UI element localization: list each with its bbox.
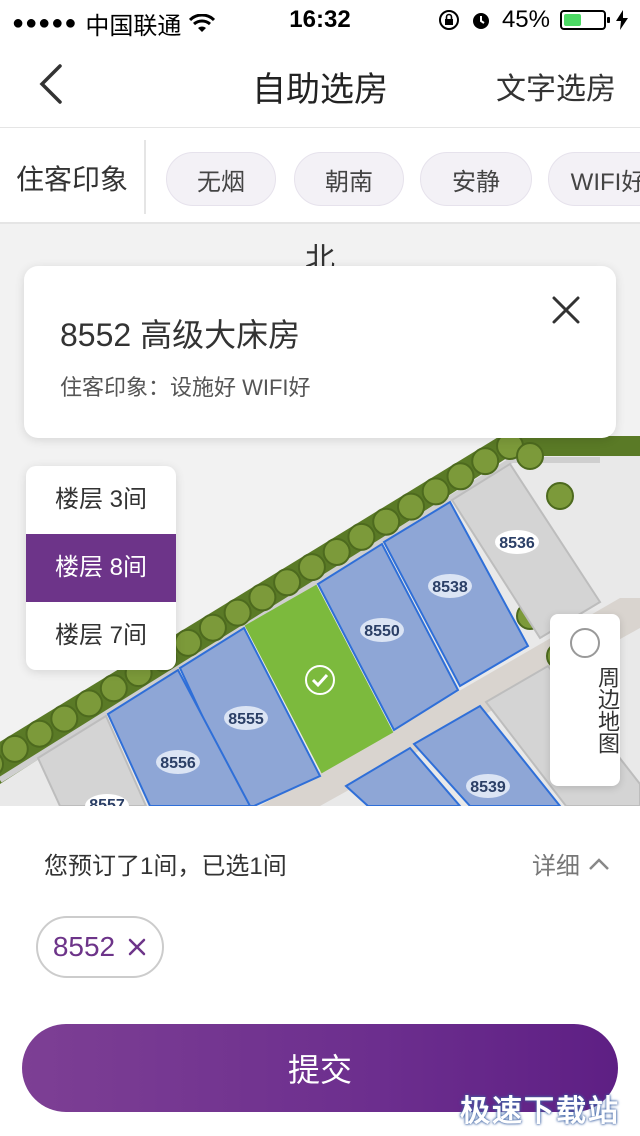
svg-text:8536: 8536: [499, 535, 535, 552]
bush: [322, 538, 351, 566]
room-title: 8552 高级大床房: [60, 317, 301, 353]
room-impression: 住客印象：设施好 WIFI好: [60, 375, 311, 400]
detail-label: 详细: [532, 853, 580, 880]
charging-icon: [616, 10, 628, 30]
bush: [25, 719, 54, 748]
floor-option-active[interactable]: 楼层 8间: [26, 534, 176, 602]
svg-text:8538: 8538: [432, 579, 468, 596]
bush: [421, 477, 450, 506]
chevron-up-icon: [589, 857, 609, 870]
back-arrow-icon[interactable]: [30, 60, 74, 108]
svg-text:8539: 8539: [470, 779, 506, 796]
battery-icon: [560, 10, 610, 30]
tags-divider: [144, 140, 146, 214]
alarm-icon: [472, 13, 489, 29]
svg-text:8556: 8556: [160, 755, 196, 772]
room-label-8555: 8555: [224, 706, 268, 730]
text-select-link[interactable]: 文字选房: [496, 64, 616, 108]
room-info-card: 8552 高级大床房 住客印象：设施好 WIFI好: [24, 266, 616, 438]
close-icon[interactable]: [546, 290, 586, 330]
bush: [372, 507, 401, 536]
watermark-text: 极速下载站: [460, 1095, 620, 1128]
battery-percent: 45%: [501, 6, 550, 33]
bush: [516, 442, 544, 470]
room-label-8538: 8538: [428, 574, 472, 598]
bush: [0, 734, 29, 763]
bush: [297, 553, 326, 582]
tag-chip[interactable]: 无烟: [166, 152, 276, 206]
bush: [347, 522, 376, 551]
bush: [50, 704, 79, 733]
floor-option[interactable]: 楼层 3间: [26, 466, 176, 534]
selected-check-icon: [305, 665, 335, 695]
selected-room-number: 8552: [52, 931, 116, 962]
tags-label: 住客印象: [16, 164, 129, 195]
room-label-8550: 8550: [360, 618, 404, 642]
bush: [223, 598, 252, 627]
status-right: 45%: [438, 6, 628, 34]
remove-icon[interactable]: [127, 937, 147, 957]
selected-room-chip: 8552: [36, 916, 164, 978]
surrounding-map-button[interactable]: 周边地图: [550, 614, 620, 786]
navigation-bar: 自助选房 文字选房: [0, 40, 640, 128]
bush: [248, 583, 277, 612]
bush: [174, 628, 203, 657]
bush: [446, 462, 475, 491]
room-label-8536: 8536: [495, 530, 539, 554]
surrounding-map-label: 周边地图: [595, 666, 620, 754]
room-label-8556: 8556: [156, 750, 200, 774]
detail-toggle[interactable]: 详细: [532, 846, 610, 881]
svg-text:8557: 8557: [89, 797, 125, 806]
bush: [75, 689, 103, 718]
bush: [99, 674, 128, 703]
bush: [273, 568, 302, 597]
svg-text:8555: 8555: [228, 711, 264, 728]
bush: [471, 447, 500, 476]
status-bar: ●●●●● 中国联通 16:32 45%: [0, 0, 640, 40]
rotation-lock-icon: [438, 10, 459, 30]
room-label-8539: 8539: [466, 774, 510, 798]
bush: [546, 482, 574, 510]
impression-tags-bar: 住客印象 无烟 朝南 安静 WIFI好: [0, 128, 640, 224]
booking-count-text: 您预订了1间，已选1间: [44, 853, 287, 880]
floor-selector: 楼层 3间 楼层 8间 楼层 7间: [26, 466, 176, 670]
floor-option[interactable]: 楼层 7间: [26, 602, 176, 670]
bush: [397, 492, 425, 521]
bush: [198, 613, 227, 642]
tag-chip[interactable]: WIFI好: [548, 152, 640, 206]
radio-circle-icon: [570, 628, 600, 658]
tag-chip[interactable]: 朝南: [294, 152, 404, 206]
svg-text:8550: 8550: [364, 623, 400, 640]
tag-chip[interactable]: 安静: [420, 152, 532, 206]
